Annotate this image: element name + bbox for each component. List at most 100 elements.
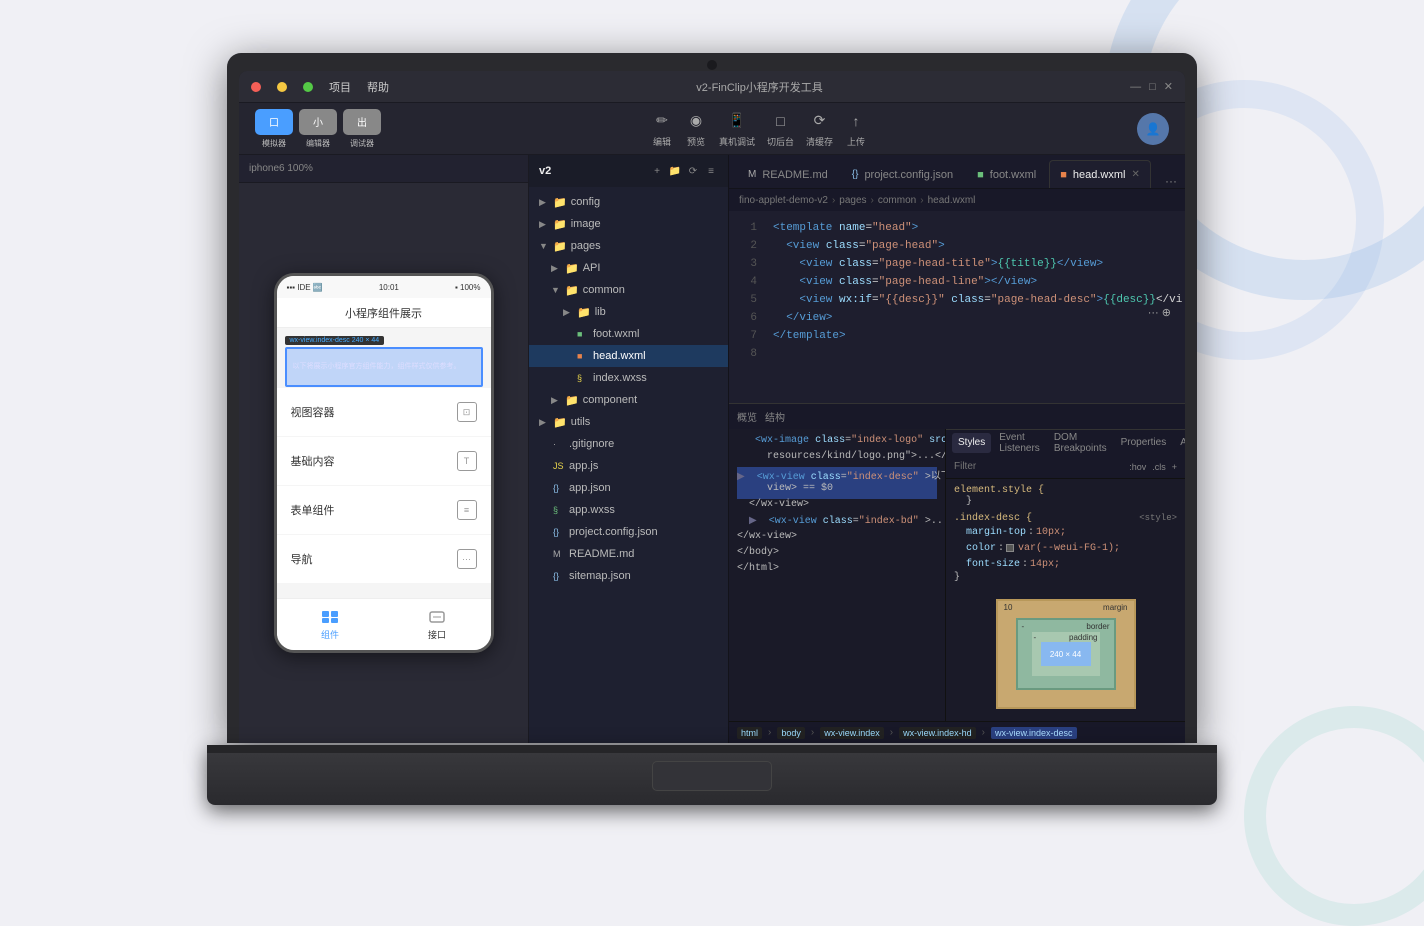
menu-project[interactable]: 项目 — [329, 79, 351, 95]
node-tag-wx-view-hd[interactable]: wx-view.index-hd — [899, 727, 976, 739]
styles-filter-plus[interactable]: + — [1172, 462, 1177, 472]
box-content-size: 240 × 44 — [1041, 642, 1091, 666]
toolbar-device-debug[interactable]: 📱 真机调试 — [719, 110, 755, 148]
tab-styles[interactable]: Styles — [952, 433, 991, 453]
tab-projectconfig[interactable]: {} project.config.json — [841, 160, 964, 188]
tree-file-readme[interactable]: ▶ M README.md — [529, 543, 728, 565]
api-nav-label: 接口 — [428, 628, 446, 641]
toolbar-compile[interactable]: ✏ 编辑 — [651, 110, 673, 148]
debugger-btn[interactable]: 出 — [343, 109, 381, 135]
box-border-value: - — [1022, 622, 1025, 631]
list-item-views[interactable]: 视图容器 ⊡ — [277, 388, 491, 436]
tree-file-appwxss[interactable]: ▶ § app.wxss — [529, 499, 728, 521]
tree-folder-common[interactable]: ▼ 📁 common — [529, 279, 728, 301]
tabs-more-btn[interactable]: ··· — [1165, 174, 1177, 188]
tab-readme[interactable]: M README.md — [737, 160, 839, 188]
tree-file-sitemap[interactable]: ▶ {} sitemap.json — [529, 565, 728, 587]
html-line-wxview-desc: ▶ <wx-view class="index-desc" >以下将展示小程序官… — [737, 467, 937, 483]
node-tag-wx-view-index[interactable]: wx-view.index — [820, 727, 884, 739]
tree-file-appjson[interactable]: ▶ {} app.json — [529, 477, 728, 499]
styles-filter-hov[interactable]: :hov — [1129, 462, 1146, 472]
window-restore[interactable]: □ — [1149, 81, 1156, 93]
toolbar-clear-cache[interactable]: ⟳ 清缓存 — [806, 110, 833, 148]
toolbar-upload[interactable]: ↑ 上传 — [845, 110, 867, 148]
line-num-2: 2 — [729, 237, 765, 255]
editor-btn[interactable]: 小 — [299, 109, 337, 135]
window-min-btn[interactable] — [277, 82, 287, 92]
style-selector-element: element.style { — [954, 485, 1177, 496]
box-margin-label: margin — [1103, 603, 1127, 612]
list-item-views-label: 视图容器 — [291, 404, 335, 420]
filetree-new-file-btn[interactable]: + — [650, 164, 664, 178]
tab-head-wxml[interactable]: ■ head.wxml ✕ — [1049, 160, 1151, 188]
tree-folder-utils[interactable]: ▶ 📁 utils — [529, 411, 728, 433]
file-foot-wxml-icon: ■ — [577, 329, 589, 339]
toolbar-background[interactable]: □ 切后台 — [767, 110, 794, 148]
readme-tab-label: README.md — [762, 169, 827, 181]
filetree-refresh-btn[interactable]: ⟳ — [686, 164, 700, 178]
tab-properties[interactable]: Properties — [1115, 433, 1173, 453]
user-avatar[interactable]: 👤 — [1137, 113, 1169, 145]
components-nav-icon — [320, 609, 340, 625]
node-tag-body[interactable]: body — [777, 727, 805, 739]
tree-folder-image[interactable]: ▶ 📁 image — [529, 213, 728, 235]
html-tree[interactable]: <wx-image class="index-logo" src="../res… — [729, 429, 945, 721]
tree-folder-lib[interactable]: ▶ 📁 lib — [529, 301, 728, 323]
phone-nav-api[interactable]: 接口 — [384, 609, 491, 641]
tree-file-gitignore[interactable]: ▶ · .gitignore — [529, 433, 728, 455]
menu-help[interactable]: 帮助 — [367, 79, 389, 95]
phone-title-bar: 小程序组件展示 ··· ⊕ — [277, 298, 491, 328]
tree-folder-api[interactable]: ▶ 📁 API — [529, 257, 728, 279]
breadcrumb-pages: pages — [839, 195, 866, 206]
inspector-desc-text: 以下将展示小程序官方组件能力，组件样式仅供参考。 — [293, 362, 461, 371]
code-content[interactable]: <template name="head"> <view class="page… — [765, 211, 1185, 403]
node-tag-wx-view-desc[interactable]: wx-view.index-desc — [991, 727, 1077, 739]
tree-file-foot-wxml[interactable]: ▶ ■ foot.wxml — [529, 323, 728, 345]
phone-content: wx-view.index-desc 240 × 44 以下将展示小程序官方组件… — [277, 328, 491, 598]
breadcrumb-sep-3: › — [920, 195, 923, 206]
file-appwxss-label: app.wxss — [569, 504, 615, 516]
list-item-nav[interactable]: 导航 ··· — [277, 535, 491, 583]
code-line-4: <view class="page-head-line"></view> — [765, 273, 1185, 291]
tree-file-index-wxss[interactable]: ▶ § index.wxss — [529, 367, 728, 389]
line-num-1: 1 — [729, 219, 765, 237]
tree-arrow-pages: ▼ — [539, 241, 549, 251]
tree-folder-component[interactable]: ▶ 📁 component — [529, 389, 728, 411]
html-line-wximage: <wx-image class="index-logo" src="../res… — [737, 435, 937, 451]
toolbar-mode-buttons: 口 模拟器 小 编辑器 出 调试器 — [255, 109, 381, 149]
list-item-forms[interactable]: 表单组件 ≡ — [277, 486, 491, 534]
filetree-new-folder-btn[interactable]: 📁 — [668, 164, 682, 178]
file-projectconfig-icon: {} — [553, 527, 565, 537]
styles-filter-cls[interactable]: .cls — [1152, 462, 1166, 472]
node-sep-2: › — [811, 727, 814, 738]
tree-folder-pages[interactable]: ▼ 📁 pages — [529, 235, 728, 257]
style-rule-index-desc: .index-desc { <style> margin-top : 10px; — [954, 513, 1177, 583]
window-max-btn[interactable] — [303, 82, 313, 92]
filetree-collapse-btn[interactable]: ≡ — [704, 164, 718, 178]
head-wxml-tab-close[interactable]: ✕ — [1131, 169, 1139, 180]
file-appjson-label: app.json — [569, 482, 611, 494]
tree-file-projectconfig[interactable]: ▶ {} project.config.json — [529, 521, 728, 543]
node-tag-html[interactable]: html — [737, 727, 762, 739]
tab-accessibility[interactable]: Accessibility — [1174, 433, 1185, 453]
tab-foot-wxml[interactable]: ■ foot.wxml — [966, 160, 1047, 188]
simulator-label: 模拟器 — [262, 138, 286, 149]
styles-filter-bar: :hov .cls + — [946, 455, 1185, 479]
tab-event-listeners[interactable]: Event Listeners — [993, 433, 1046, 453]
tree-file-appjs[interactable]: ▶ JS app.js — [529, 455, 728, 477]
list-item-content[interactable]: 基础内容 T — [277, 437, 491, 485]
folder-pages-label: pages — [571, 240, 601, 252]
tree-folder-config[interactable]: ▶ 📁 config — [529, 191, 728, 213]
tab-dom-breakpoints[interactable]: DOM Breakpoints — [1048, 433, 1113, 453]
simulator-btn[interactable]: 口 — [255, 109, 293, 135]
breadcrumb-root: fino-applet-demo-v2 — [739, 195, 828, 206]
phone-nav-components[interactable]: 组件 — [277, 609, 384, 641]
styles-filter-input[interactable] — [954, 461, 1123, 472]
bg-decoration-3 — [1244, 706, 1424, 926]
window-minimize[interactable]: — — [1130, 81, 1141, 93]
inspector-panel-label2: 结构 — [765, 409, 785, 424]
window-close[interactable]: ✕ — [1164, 80, 1173, 93]
tree-file-head-wxml[interactable]: ▶ ■ head.wxml — [529, 345, 728, 367]
window-close-btn[interactable] — [251, 82, 261, 92]
toolbar-preview[interactable]: ◉ 预览 — [685, 110, 707, 148]
